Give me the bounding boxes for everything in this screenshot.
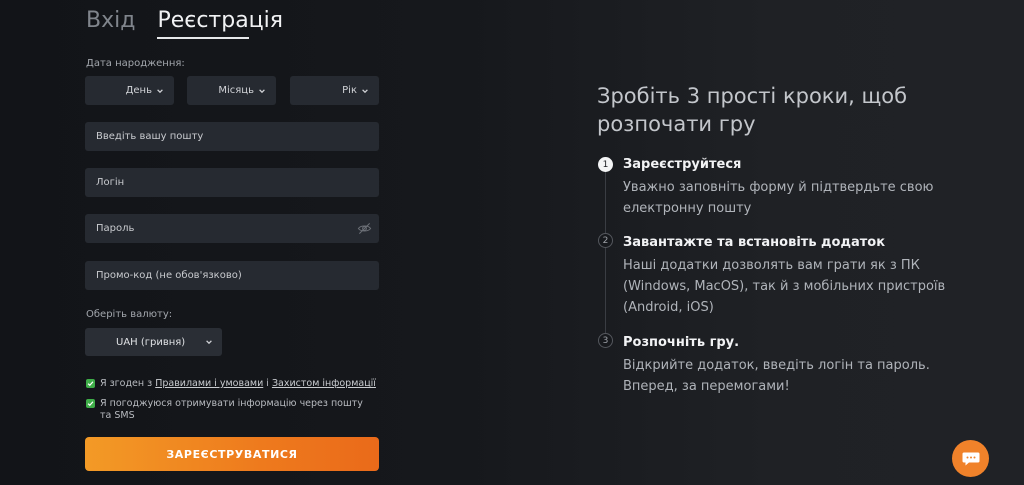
- register-button[interactable]: ЗАРЕЄСТРУВАТИСЯ: [85, 437, 379, 471]
- chevron-down-icon: [259, 88, 265, 93]
- promo-code-placeholder: Промо-код (не обов'язково): [96, 270, 242, 281]
- terms-consent: Я згоден з Правилами і умовами і Захисто…: [86, 378, 376, 390]
- month-select[interactable]: Місяць: [187, 76, 276, 105]
- steps-heading: Зробіть 3 прості кроки, щоб розпочати гр…: [597, 84, 908, 136]
- checkmark-icon: [87, 381, 94, 387]
- currency-label: Оберіть валюту:: [86, 309, 173, 320]
- step-2-title: Завантажте та встановіть додаток: [623, 235, 886, 250]
- birth-date-label: Дата народження:: [86, 58, 185, 69]
- eye-off-icon[interactable]: [357, 221, 372, 236]
- chat-button[interactable]: [952, 440, 989, 477]
- step-2-number: 2: [598, 233, 613, 248]
- login-placeholder: Логін: [96, 177, 125, 188]
- terms-prefix: Я згоден з: [100, 378, 156, 389]
- privacy-link[interactable]: Захистом інформації: [272, 378, 376, 389]
- day-select[interactable]: День: [85, 76, 174, 105]
- step-1-title: Зареєструйтеся: [623, 157, 742, 172]
- login-field[interactable]: Логін: [85, 168, 379, 197]
- day-select-value: День: [125, 85, 152, 96]
- tab-login[interactable]: Вхід: [86, 6, 135, 36]
- step-2-text: Наші додатки дозволять вам грати як з ПК…: [623, 258, 946, 315]
- currency-select-value: UAH (гривня): [116, 336, 186, 348]
- step-3-text: Відкрийте додаток, введіть логін та паро…: [623, 358, 930, 394]
- password-field[interactable]: Пароль: [85, 214, 379, 243]
- chevron-down-icon: [206, 340, 212, 345]
- step-1-number: 1: [598, 157, 613, 172]
- email-placeholder: Введіть вашу пошту: [96, 131, 204, 142]
- terms-checkbox[interactable]: [86, 379, 95, 388]
- step-1-text: Уважно заповніть форму й підтвердьте сво…: [623, 180, 934, 216]
- terms-link[interactable]: Правилами і умовами: [155, 378, 263, 389]
- step-3-title: Розпочніть гру.: [623, 335, 740, 350]
- year-select[interactable]: Рік: [290, 76, 379, 105]
- step-3-number: 3: [598, 333, 613, 348]
- auth-tabs: Вхід Реєстрація: [86, 6, 283, 39]
- promo-code-field[interactable]: Промо-код (не обов'язково): [85, 261, 379, 290]
- checkmark-icon: [87, 401, 94, 407]
- chevron-down-icon: [157, 88, 163, 93]
- currency-select[interactable]: UAH (гривня): [85, 328, 222, 356]
- newsletter-checkbox[interactable]: [86, 399, 95, 408]
- newsletter-text: Я погоджуюся отримувати інформацію через…: [100, 398, 363, 421]
- month-select-value: Місяць: [218, 85, 254, 96]
- year-select-value: Рік: [342, 85, 357, 96]
- chevron-down-icon: [362, 88, 368, 93]
- terms-text: Я згоден з Правилами і умовами і Захисто…: [100, 378, 376, 390]
- steps-divider: [605, 172, 606, 337]
- email-field[interactable]: Введіть вашу пошту: [85, 122, 379, 151]
- newsletter-consent: Я погоджуюся отримувати інформацію через…: [86, 398, 376, 422]
- tab-register[interactable]: Реєстрація: [157, 6, 283, 39]
- password-placeholder: Пароль: [96, 223, 135, 234]
- terms-mid: і: [263, 378, 272, 389]
- chat-icon: [962, 452, 979, 465]
